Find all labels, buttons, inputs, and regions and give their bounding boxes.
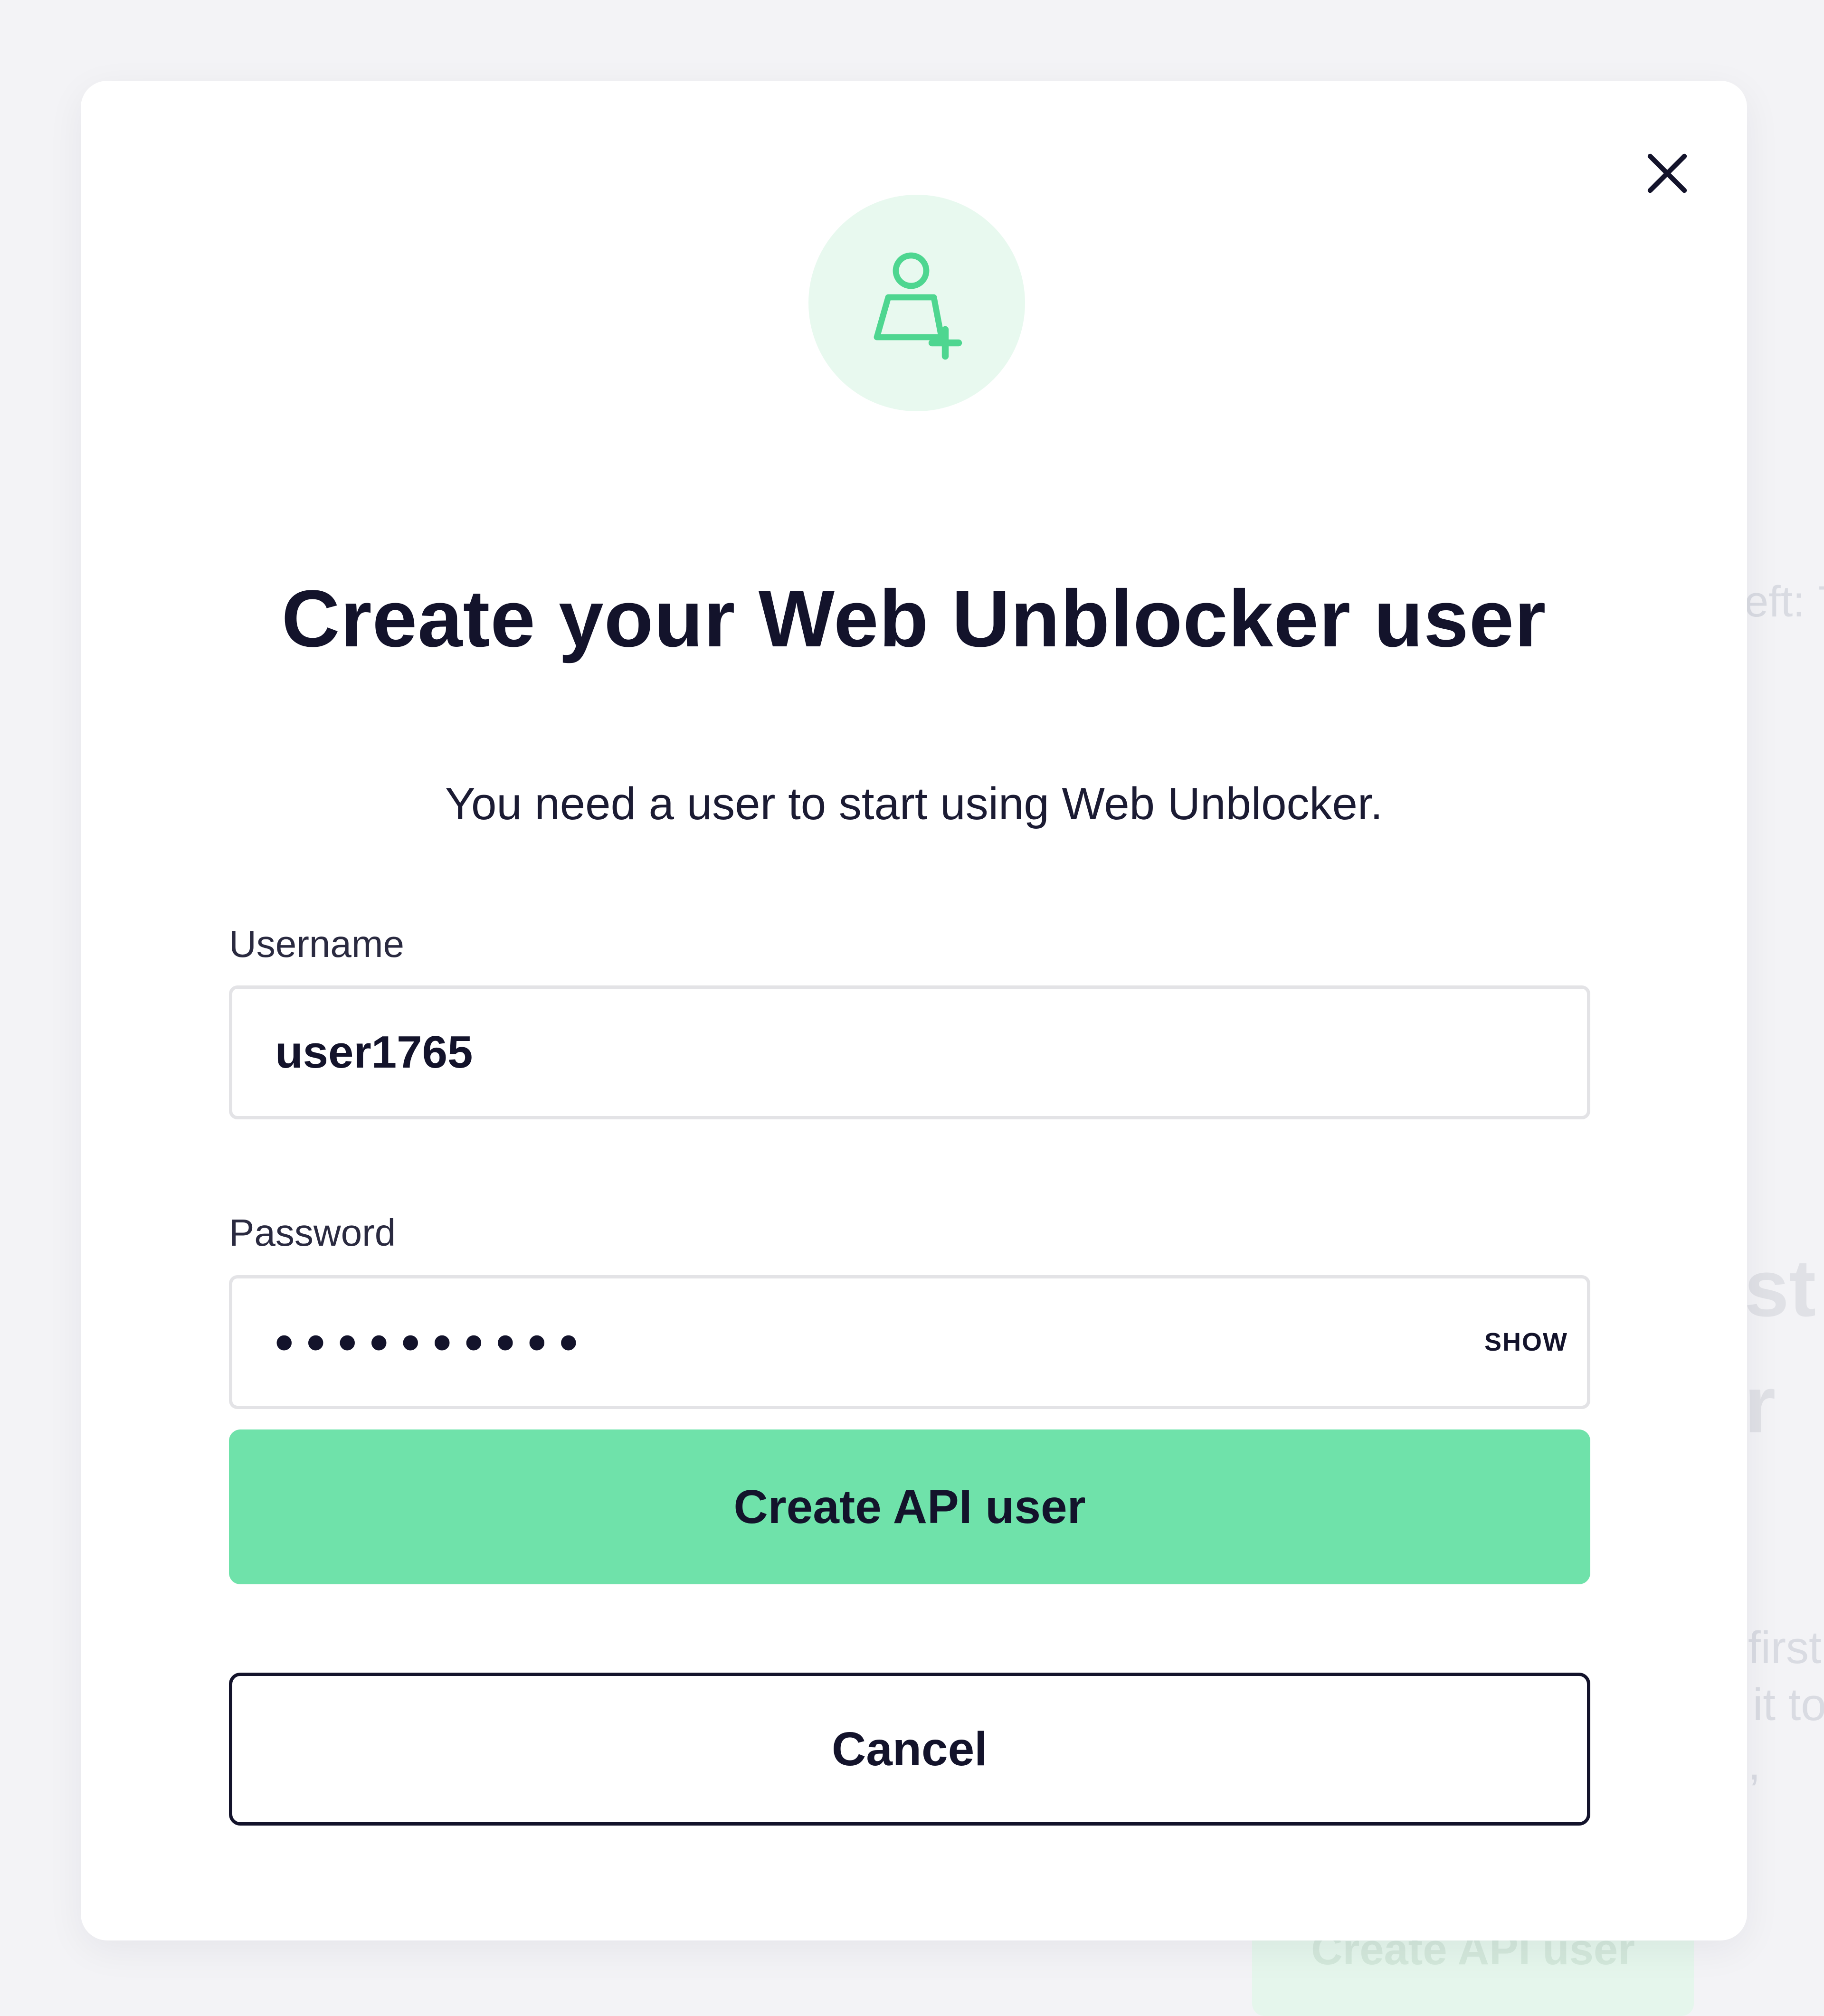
background-heading: st <box>1744 1243 1816 1334</box>
create-api-user-button[interactable]: Create API user <box>229 1429 1590 1584</box>
background-heading: r <box>1744 1360 1776 1450</box>
username-label: Username <box>229 923 405 965</box>
username-field-container <box>229 985 1590 1119</box>
background-text: first <box>1748 1622 1822 1673</box>
username-input[interactable] <box>275 989 1415 1116</box>
cancel-button[interactable]: Cancel <box>229 1673 1590 1826</box>
create-user-modal: Create your Web Unblocker user You need … <box>81 81 1747 1940</box>
user-add-icon <box>874 252 962 360</box>
background-text: , <box>1748 1739 1761 1789</box>
password-label: Password <box>229 1211 396 1254</box>
close-button[interactable] <box>1629 135 1705 211</box>
show-password-toggle[interactable]: SHOW <box>1484 1278 1568 1406</box>
password-field-container: SHOW <box>229 1275 1590 1409</box>
avatar <box>808 195 1025 411</box>
password-input[interactable] <box>275 1278 1415 1406</box>
background-text: eft: 7 <box>1744 577 1824 626</box>
close-icon <box>1647 153 1687 193</box>
modal-subtitle: You need a user to start using Web Unblo… <box>445 778 1383 829</box>
modal-title: Create your Web Unblocker user <box>281 574 1547 664</box>
background-text: it to <box>1753 1679 1824 1730</box>
